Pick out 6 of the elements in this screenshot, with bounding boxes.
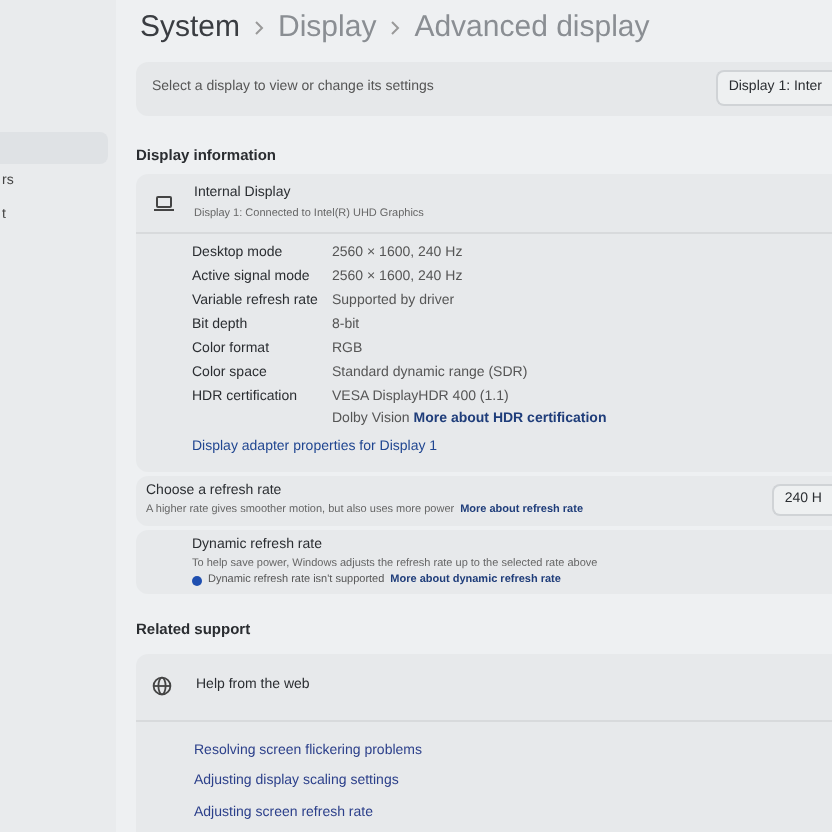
chevron-icon [390, 20, 401, 37]
globe-icon [152, 676, 172, 696]
breadcrumb-item: Advanced display [414, 8, 650, 49]
chevron-icon [254, 20, 265, 37]
breadcrumb-item[interactable]: System [140, 6, 241, 52]
laptop-icon [154, 195, 174, 212]
